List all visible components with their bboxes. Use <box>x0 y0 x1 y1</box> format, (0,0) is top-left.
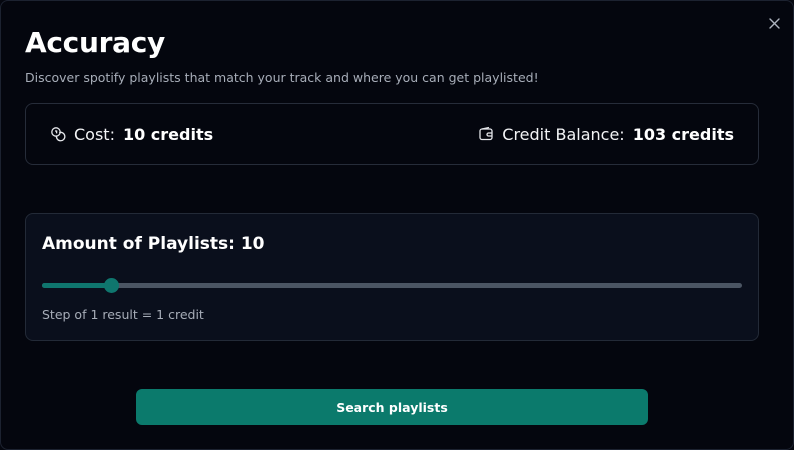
balance-label: Credit Balance: <box>502 124 625 144</box>
step-note: Step of 1 result = 1 credit <box>42 307 204 322</box>
modal-title: Accuracy <box>25 26 165 59</box>
slider-thumb[interactable] <box>104 278 120 293</box>
coins-icon <box>50 126 66 142</box>
slider-track[interactable] <box>42 283 742 288</box>
cost-value: 10 credits <box>122 124 214 144</box>
playlist-amount-slider[interactable] <box>42 278 742 293</box>
close-button[interactable] <box>764 13 784 33</box>
balance-info: Credit Balance: 103 credits <box>478 125 734 144</box>
search-playlists-button[interactable]: Search playlists <box>136 389 648 425</box>
modal-subtitle: Discover spotify playlists that match yo… <box>25 70 539 85</box>
cost-label: Cost: <box>74 124 115 144</box>
accuracy-modal: Accuracy Discover spotify playlists that… <box>0 0 794 450</box>
cost-info: Cost: 10 credits <box>50 125 213 144</box>
amount-card: Amount of Playlists: 10 Step of 1 result… <box>25 213 759 341</box>
cost-card: Cost: 10 credits Credit Balance: 103 cre… <box>25 103 759 165</box>
close-icon <box>768 17 780 29</box>
slider-fill <box>42 283 112 288</box>
wallet-icon <box>478 126 494 142</box>
balance-value: 103 credits <box>632 124 734 144</box>
amount-heading: Amount of Playlists: 10 <box>42 234 265 254</box>
